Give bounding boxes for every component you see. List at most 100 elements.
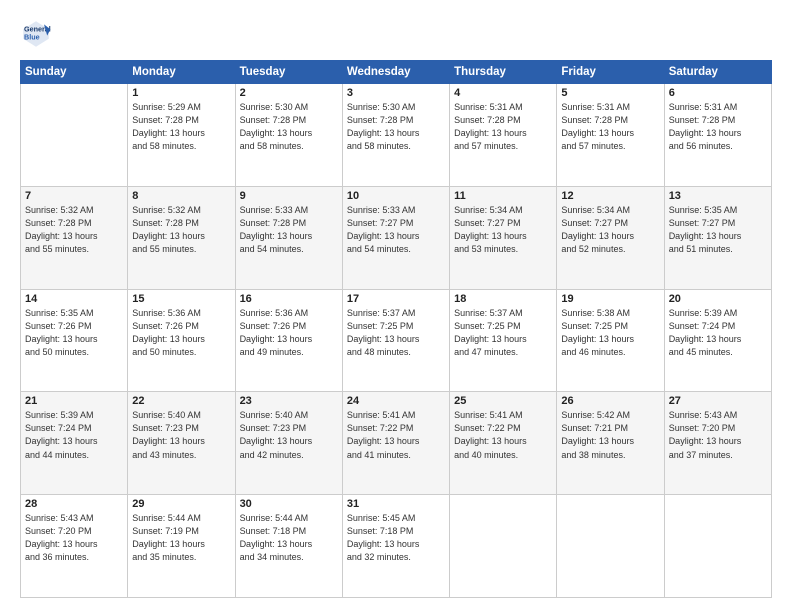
calendar-cell: 5 Sunrise: 5:31 AMSunset: 7:28 PMDaylight… [557, 84, 664, 187]
calendar-cell: 22 Sunrise: 5:40 AMSunset: 7:23 PMDayligh… [128, 392, 235, 495]
day-number: 21 [25, 395, 123, 407]
day-info: Sunrise: 5:34 AMSunset: 7:27 PMDaylight:… [561, 204, 659, 256]
calendar-cell: 28 Sunrise: 5:43 AMSunset: 7:20 PMDayligh… [21, 495, 128, 598]
day-info: Sunrise: 5:41 AMSunset: 7:22 PMDaylight:… [454, 409, 552, 461]
day-number: 6 [669, 87, 767, 99]
calendar-cell: 1 Sunrise: 5:29 AMSunset: 7:28 PMDaylight… [128, 84, 235, 187]
day-number: 25 [454, 395, 552, 407]
calendar-body: 1 Sunrise: 5:29 AMSunset: 7:28 PMDaylight… [21, 84, 772, 598]
day-number: 18 [454, 293, 552, 305]
day-info: Sunrise: 5:42 AMSunset: 7:21 PMDaylight:… [561, 409, 659, 461]
calendar-cell [664, 495, 771, 598]
day-number: 11 [454, 190, 552, 202]
day-number: 30 [240, 498, 338, 510]
page: General Blue SundayMondayTuesdayWednesda… [0, 0, 792, 612]
day-info: Sunrise: 5:35 AMSunset: 7:26 PMDaylight:… [25, 307, 123, 359]
day-info: Sunrise: 5:38 AMSunset: 7:25 PMDaylight:… [561, 307, 659, 359]
day-number: 26 [561, 395, 659, 407]
day-number: 1 [132, 87, 230, 99]
day-info: Sunrise: 5:32 AMSunset: 7:28 PMDaylight:… [25, 204, 123, 256]
header-day-friday: Friday [557, 61, 664, 84]
day-number: 22 [132, 395, 230, 407]
calendar-week-2: 7Sunrise: 5:32 AMSunset: 7:28 PMDaylight… [21, 186, 772, 289]
calendar-cell: 8 Sunrise: 5:32 AMSunset: 7:28 PMDaylight… [128, 186, 235, 289]
day-info: Sunrise: 5:33 AMSunset: 7:28 PMDaylight:… [240, 204, 338, 256]
day-info: Sunrise: 5:31 AMSunset: 7:28 PMDaylight:… [454, 101, 552, 153]
day-info: Sunrise: 5:37 AMSunset: 7:25 PMDaylight:… [454, 307, 552, 359]
day-info: Sunrise: 5:30 AMSunset: 7:28 PMDaylight:… [347, 101, 445, 153]
day-number: 17 [347, 293, 445, 305]
calendar-week-1: 1 Sunrise: 5:29 AMSunset: 7:28 PMDaylight… [21, 84, 772, 187]
day-number: 28 [25, 498, 123, 510]
calendar-table: SundayMondayTuesdayWednesdayThursdayFrid… [20, 60, 772, 598]
day-number: 12 [561, 190, 659, 202]
logo: General Blue [20, 18, 56, 50]
day-number: 19 [561, 293, 659, 305]
day-info: Sunrise: 5:39 AMSunset: 7:24 PMDaylight:… [25, 409, 123, 461]
calendar-cell: 26 Sunrise: 5:42 AMSunset: 7:21 PMDayligh… [557, 392, 664, 495]
calendar-week-4: 21 Sunrise: 5:39 AMSunset: 7:24 PMDayligh… [21, 392, 772, 495]
calendar-cell: 4 Sunrise: 5:31 AMSunset: 7:28 PMDaylight… [450, 84, 557, 187]
day-number: 3 [347, 87, 445, 99]
day-number: 2 [240, 87, 338, 99]
day-info: Sunrise: 5:36 AMSunset: 7:26 PMDaylight:… [132, 307, 230, 359]
day-info: Sunrise: 5:40 AMSunset: 7:23 PMDaylight:… [132, 409, 230, 461]
day-info: Sunrise: 5:44 AMSunset: 7:19 PMDaylight:… [132, 512, 230, 564]
calendar-week-3: 14Sunrise: 5:35 AMSunset: 7:26 PMDayligh… [21, 289, 772, 392]
day-info: Sunrise: 5:39 AMSunset: 7:24 PMDaylight:… [669, 307, 767, 359]
day-number: 24 [347, 395, 445, 407]
calendar-cell: 21 Sunrise: 5:39 AMSunset: 7:24 PMDayligh… [21, 392, 128, 495]
day-number: 23 [240, 395, 338, 407]
day-info: Sunrise: 5:31 AMSunset: 7:28 PMDaylight:… [669, 101, 767, 153]
day-info: Sunrise: 5:45 AMSunset: 7:18 PMDaylight:… [347, 512, 445, 564]
calendar-cell: 11 Sunrise: 5:34 AMSunset: 7:27 PMDayligh… [450, 186, 557, 289]
calendar-cell: 20 Sunrise: 5:39 AMSunset: 7:24 PMDayligh… [664, 289, 771, 392]
calendar-cell: 13 Sunrise: 5:35 AMSunset: 7:27 PMDayligh… [664, 186, 771, 289]
header-day-sunday: Sunday [21, 61, 128, 84]
calendar-header: SundayMondayTuesdayWednesdayThursdayFrid… [21, 61, 772, 84]
calendar-cell: 18 Sunrise: 5:37 AMSunset: 7:25 PMDayligh… [450, 289, 557, 392]
day-number: 4 [454, 87, 552, 99]
day-number: 27 [669, 395, 767, 407]
day-info: Sunrise: 5:31 AMSunset: 7:28 PMDaylight:… [561, 101, 659, 153]
day-number: 29 [132, 498, 230, 510]
day-info: Sunrise: 5:40 AMSunset: 7:23 PMDaylight:… [240, 409, 338, 461]
day-number: 8 [132, 190, 230, 202]
header: General Blue [20, 18, 772, 50]
header-day-tuesday: Tuesday [235, 61, 342, 84]
day-info: Sunrise: 5:33 AMSunset: 7:27 PMDaylight:… [347, 204, 445, 256]
calendar-cell: 14Sunrise: 5:35 AMSunset: 7:26 PMDayligh… [21, 289, 128, 392]
day-number: 5 [561, 87, 659, 99]
day-info: Sunrise: 5:36 AMSunset: 7:26 PMDaylight:… [240, 307, 338, 359]
day-info: Sunrise: 5:34 AMSunset: 7:27 PMDaylight:… [454, 204, 552, 256]
header-day-wednesday: Wednesday [342, 61, 449, 84]
logo-icon: General Blue [20, 18, 52, 50]
calendar-cell: 15 Sunrise: 5:36 AMSunset: 7:26 PMDayligh… [128, 289, 235, 392]
calendar-cell: 7Sunrise: 5:32 AMSunset: 7:28 PMDaylight… [21, 186, 128, 289]
calendar-week-5: 28 Sunrise: 5:43 AMSunset: 7:20 PMDayligh… [21, 495, 772, 598]
day-number: 9 [240, 190, 338, 202]
day-info: Sunrise: 5:29 AMSunset: 7:28 PMDaylight:… [132, 101, 230, 153]
calendar-cell [21, 84, 128, 187]
header-day-thursday: Thursday [450, 61, 557, 84]
calendar-cell: 9 Sunrise: 5:33 AMSunset: 7:28 PMDaylight… [235, 186, 342, 289]
day-number: 15 [132, 293, 230, 305]
day-number: 31 [347, 498, 445, 510]
calendar-cell: 23 Sunrise: 5:40 AMSunset: 7:23 PMDayligh… [235, 392, 342, 495]
calendar-cell [450, 495, 557, 598]
day-info: Sunrise: 5:43 AMSunset: 7:20 PMDaylight:… [669, 409, 767, 461]
day-info: Sunrise: 5:30 AMSunset: 7:28 PMDaylight:… [240, 101, 338, 153]
day-number: 13 [669, 190, 767, 202]
day-info: Sunrise: 5:41 AMSunset: 7:22 PMDaylight:… [347, 409, 445, 461]
calendar-cell [557, 495, 664, 598]
header-day-monday: Monday [128, 61, 235, 84]
calendar-cell: 29 Sunrise: 5:44 AMSunset: 7:19 PMDayligh… [128, 495, 235, 598]
day-info: Sunrise: 5:43 AMSunset: 7:20 PMDaylight:… [25, 512, 123, 564]
calendar-cell: 16Sunrise: 5:36 AMSunset: 7:26 PMDayligh… [235, 289, 342, 392]
day-info: Sunrise: 5:32 AMSunset: 7:28 PMDaylight:… [132, 204, 230, 256]
calendar-cell: 3 Sunrise: 5:30 AMSunset: 7:28 PMDaylight… [342, 84, 449, 187]
calendar-cell: 27 Sunrise: 5:43 AMSunset: 7:20 PMDayligh… [664, 392, 771, 495]
day-number: 20 [669, 293, 767, 305]
day-info: Sunrise: 5:35 AMSunset: 7:27 PMDaylight:… [669, 204, 767, 256]
calendar-cell: 25 Sunrise: 5:41 AMSunset: 7:22 PMDayligh… [450, 392, 557, 495]
